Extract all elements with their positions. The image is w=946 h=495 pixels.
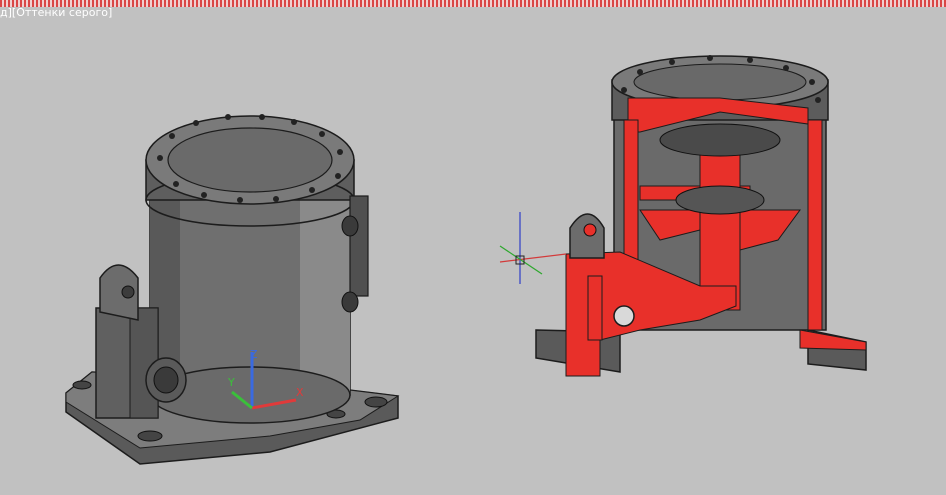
side-boss: [349, 195, 369, 297]
side-port-upper: [341, 215, 359, 237]
section-gear: [659, 123, 781, 157]
side-port-lower: [341, 291, 359, 313]
ucs-z-label: Z: [250, 348, 258, 361]
ucs-x-label: X: [296, 386, 304, 399]
ucs-y-label: Y: [227, 376, 235, 389]
section-pin: [613, 305, 635, 327]
lever-pin-hole: [121, 285, 135, 299]
drawing-viewport[interactable]: д][Оттенки серого] Z X Y: [0, 0, 946, 495]
cylinder-shade-right: [300, 185, 350, 395]
section-lever-eye: [569, 213, 605, 259]
housing-model-section[interactable]: [535, 55, 867, 377]
model-space-canvas[interactable]: Z X Y: [0, 0, 946, 495]
top-cover: [167, 127, 333, 193]
crosshair-cursor-icon: [499, 212, 567, 284]
housing-model-full[interactable]: Z X Y: [65, 114, 400, 465]
